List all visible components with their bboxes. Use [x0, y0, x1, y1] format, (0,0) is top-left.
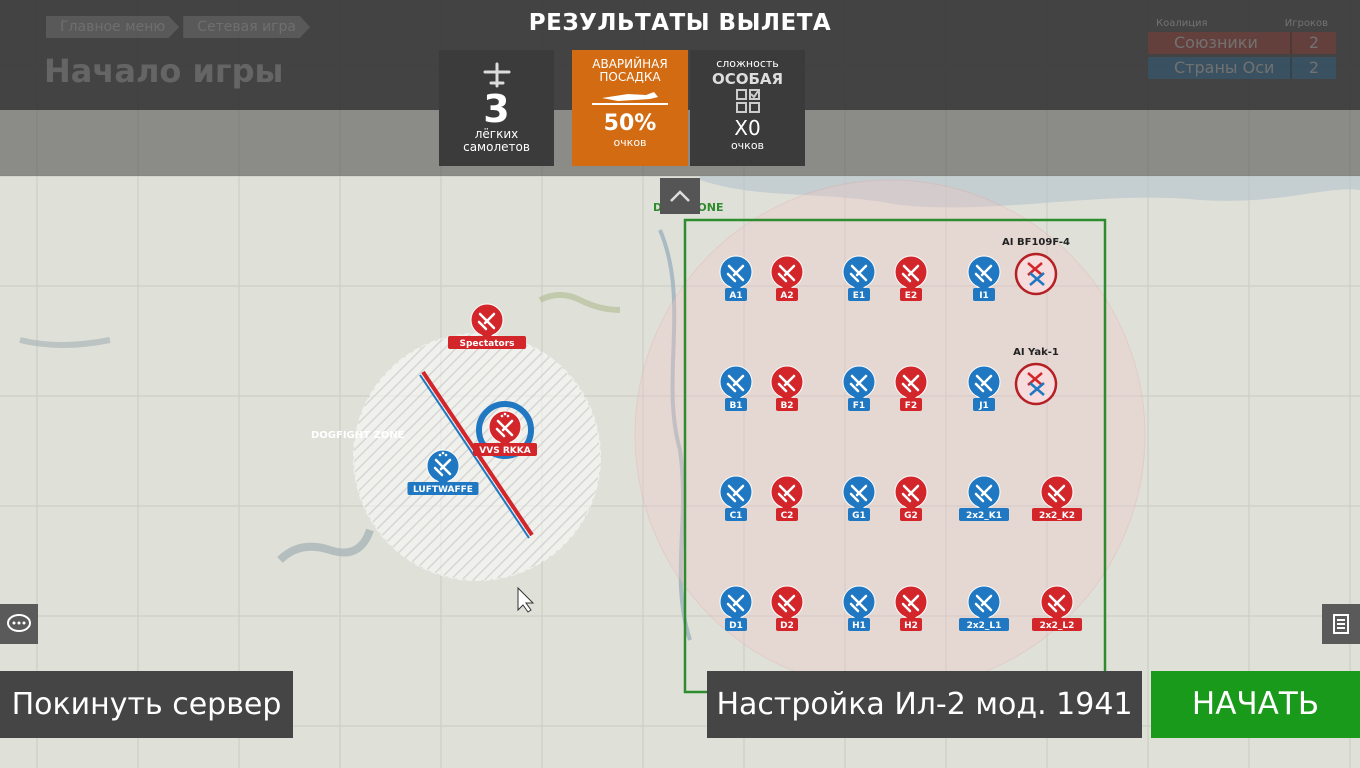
- marker-label: C2: [781, 511, 794, 521]
- difficulty-unit: очков: [730, 139, 765, 152]
- team-row-allies[interactable]: Союзники 2: [1148, 32, 1336, 54]
- marker-label: E2: [905, 291, 917, 301]
- aircraft-setup-button[interactable]: Настройка Ил-2 мод. 1941: [707, 671, 1142, 738]
- marker-label: 2x2_L2: [1040, 621, 1075, 631]
- breadcrumb-network-game[interactable]: Сетевая игра: [183, 16, 310, 38]
- plane-icon: [483, 62, 510, 88]
- collapse-panel-button[interactable]: [660, 178, 700, 214]
- breadcrumb: Главное меню Сетевая игра: [46, 16, 310, 38]
- results-title: РЕЗУЛЬТАТЫ ВЫЛЕТА: [528, 10, 832, 36]
- marker-label: H2: [904, 621, 918, 631]
- planes-count: 3: [483, 87, 510, 131]
- marker-label: D1: [729, 621, 743, 631]
- chevron-up-icon: [670, 190, 690, 202]
- marker-label: LUFTWAFFE: [413, 485, 473, 495]
- marker-label: 2x2_K1: [966, 511, 1002, 521]
- landing-label-2: ПОСАДКА: [599, 70, 661, 84]
- chat-button[interactable]: [0, 604, 38, 644]
- checklist-icon: [735, 89, 760, 113]
- marker-label: G2: [904, 511, 918, 521]
- dogfight-zone-label: DOGFIGHT ZONE: [311, 430, 405, 441]
- list-icon: [1333, 614, 1349, 634]
- difficulty-label: сложность: [716, 57, 779, 70]
- team-count: 2: [1290, 57, 1336, 79]
- marker-label: I1: [979, 291, 989, 301]
- team-table: Коалиция Игроков Союзники 2 Страны Оси 2: [1148, 18, 1336, 79]
- team-name: Страны Оси: [1174, 58, 1275, 77]
- marker-label: B1: [729, 401, 742, 411]
- marker-label: J1: [978, 401, 989, 411]
- marker-label: 2x2_L1: [967, 621, 1002, 631]
- team-count: 2: [1290, 32, 1336, 54]
- landing-unit: очков: [613, 136, 647, 149]
- marker-label: F1: [853, 401, 865, 411]
- page-title: Начало игры: [44, 52, 284, 90]
- start-button[interactable]: НАЧАТЬ: [1151, 671, 1360, 738]
- team-row-axis[interactable]: Страны Оси 2: [1148, 57, 1336, 79]
- players-column-header: Игроков: [1284, 18, 1328, 29]
- difficulty-card: сложность ОСОБАЯ X0 очков: [690, 50, 805, 166]
- team-name: Союзники: [1174, 33, 1258, 52]
- difficulty-value: ОСОБАЯ: [711, 70, 784, 88]
- marker-label: B2: [780, 401, 793, 411]
- crash-landing-icon: [592, 92, 668, 105]
- chat-icon: [7, 614, 31, 632]
- marker-label: F2: [905, 401, 917, 411]
- landing-card: АВАРИЙНАЯ ПОСАДКА 50% очков: [572, 50, 688, 166]
- landing-percent: 50%: [603, 111, 657, 136]
- planes-card: 3 лёгких самолетов: [439, 50, 554, 166]
- marker-label: 2x2_K2: [1039, 511, 1075, 521]
- ai-yak-marker[interactable]: AI Yak-1: [1013, 347, 1059, 406]
- planes-label-2: самолетов: [463, 140, 530, 154]
- marker-label: E1: [853, 291, 865, 301]
- team-column-header: Коалиция: [1156, 18, 1208, 29]
- marker-label: G1: [852, 511, 866, 521]
- leave-server-button[interactable]: Покинуть сервер: [0, 671, 293, 738]
- ai-label: AI BF109F-4: [1002, 237, 1070, 248]
- difficulty-multiplier: X0: [734, 116, 761, 140]
- marker-label: VVS RKKA: [479, 446, 530, 456]
- ai-label: AI Yak-1: [1013, 347, 1059, 358]
- marker-label: D2: [780, 621, 794, 631]
- marker-label: Spectators: [459, 339, 514, 349]
- marker-label: C1: [730, 511, 743, 521]
- breadcrumb-main-menu[interactable]: Главное меню: [46, 16, 180, 38]
- list-button[interactable]: [1322, 604, 1360, 644]
- marker-label: H1: [852, 621, 866, 631]
- marker-label: A2: [780, 291, 793, 301]
- marker-label: A1: [729, 291, 742, 301]
